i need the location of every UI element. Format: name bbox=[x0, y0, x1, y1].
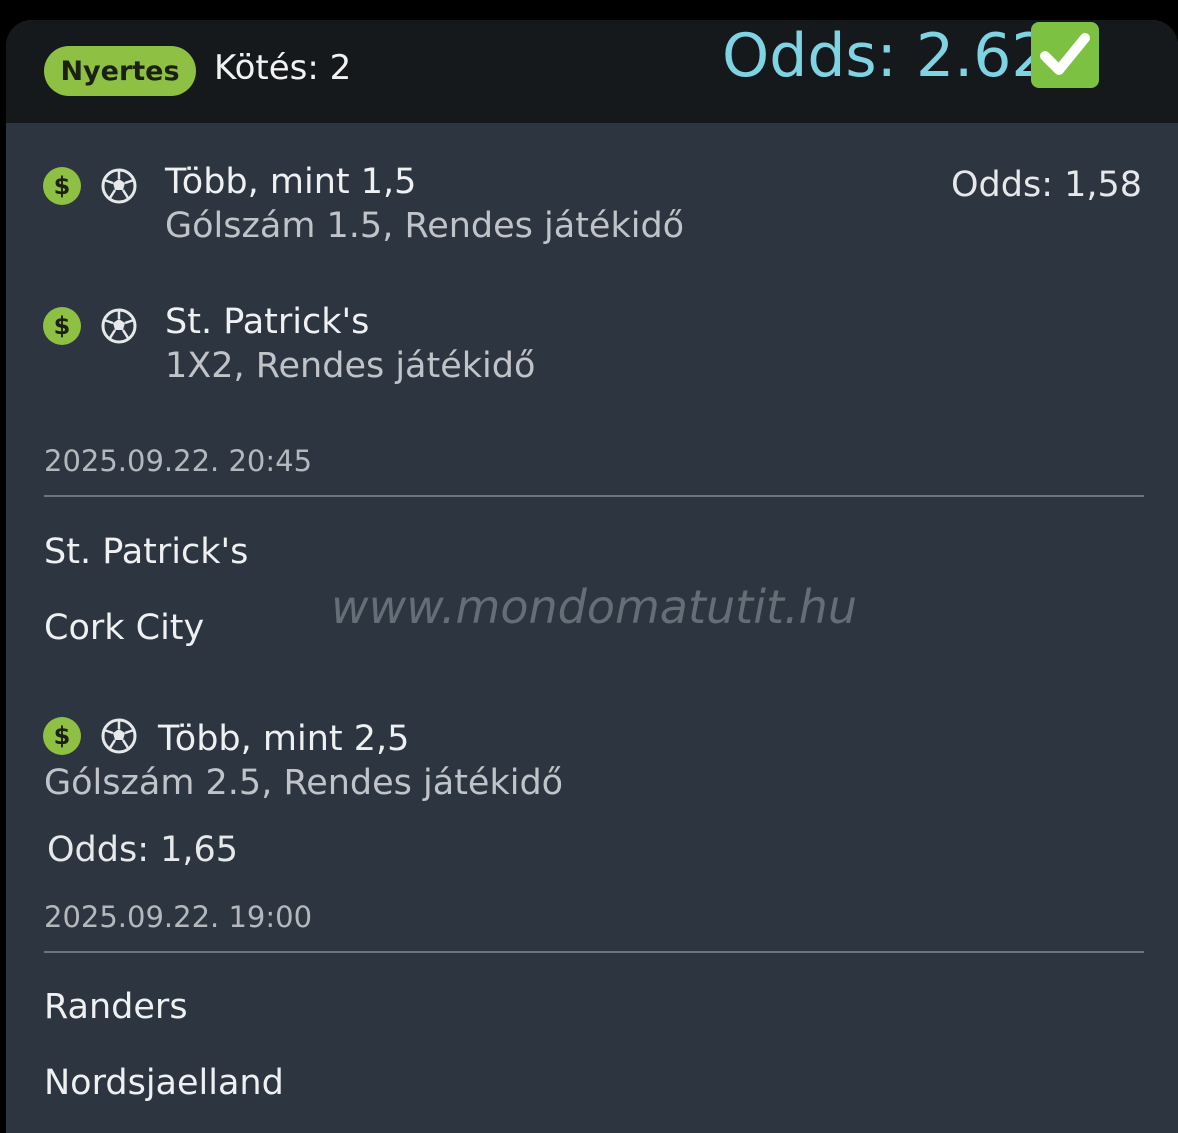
check-mark-icon bbox=[1031, 22, 1099, 88]
divider bbox=[44, 951, 1144, 953]
bet-slip-card: Nyertes Kötés: 2 Odds: 2.62 $ Több, mint… bbox=[6, 20, 1178, 1133]
total-odds: Odds: 2.62 bbox=[722, 21, 1050, 91]
home-team: Randers bbox=[44, 987, 188, 1027]
selection-odds: Odds: 1,58 bbox=[951, 165, 1143, 205]
selection-title: St. Patrick's bbox=[165, 302, 370, 342]
match-datetime: 2025.09.22. 19:00 bbox=[44, 900, 313, 934]
bet-slip-header: Nyertes Kötés: 2 Odds: 2.62 bbox=[6, 20, 1178, 123]
match-datetime: 2025.09.22. 20:45 bbox=[44, 444, 313, 478]
kotes-count: Kötés: 2 bbox=[214, 48, 352, 88]
divider bbox=[44, 495, 1144, 497]
selection-market: Gólszám 1.5, Rendes játékidő bbox=[165, 206, 685, 246]
dollar-icon: $ bbox=[43, 307, 81, 345]
selection-market: Gólszám 2.5, Rendes játékidő bbox=[44, 763, 564, 803]
dollar-icon: $ bbox=[43, 717, 81, 755]
soccer-ball-icon bbox=[101, 308, 137, 344]
watermark: www.mondomatutit.hu bbox=[331, 580, 857, 634]
away-team: Cork City bbox=[44, 608, 205, 648]
soccer-ball-icon bbox=[101, 168, 137, 204]
selection-market: 1X2, Rendes játékidő bbox=[165, 346, 536, 386]
dollar-icon: $ bbox=[43, 167, 81, 205]
selection-title: Több, mint 2,5 bbox=[158, 719, 410, 759]
status-badge: Nyertes bbox=[44, 46, 196, 96]
selection-odds: Odds: 1,65 bbox=[47, 830, 239, 870]
selection-title: Több, mint 1,5 bbox=[165, 162, 417, 202]
home-team: St. Patrick's bbox=[44, 532, 249, 572]
away-team: Nordsjaelland bbox=[44, 1063, 284, 1103]
soccer-ball-icon bbox=[101, 718, 137, 754]
